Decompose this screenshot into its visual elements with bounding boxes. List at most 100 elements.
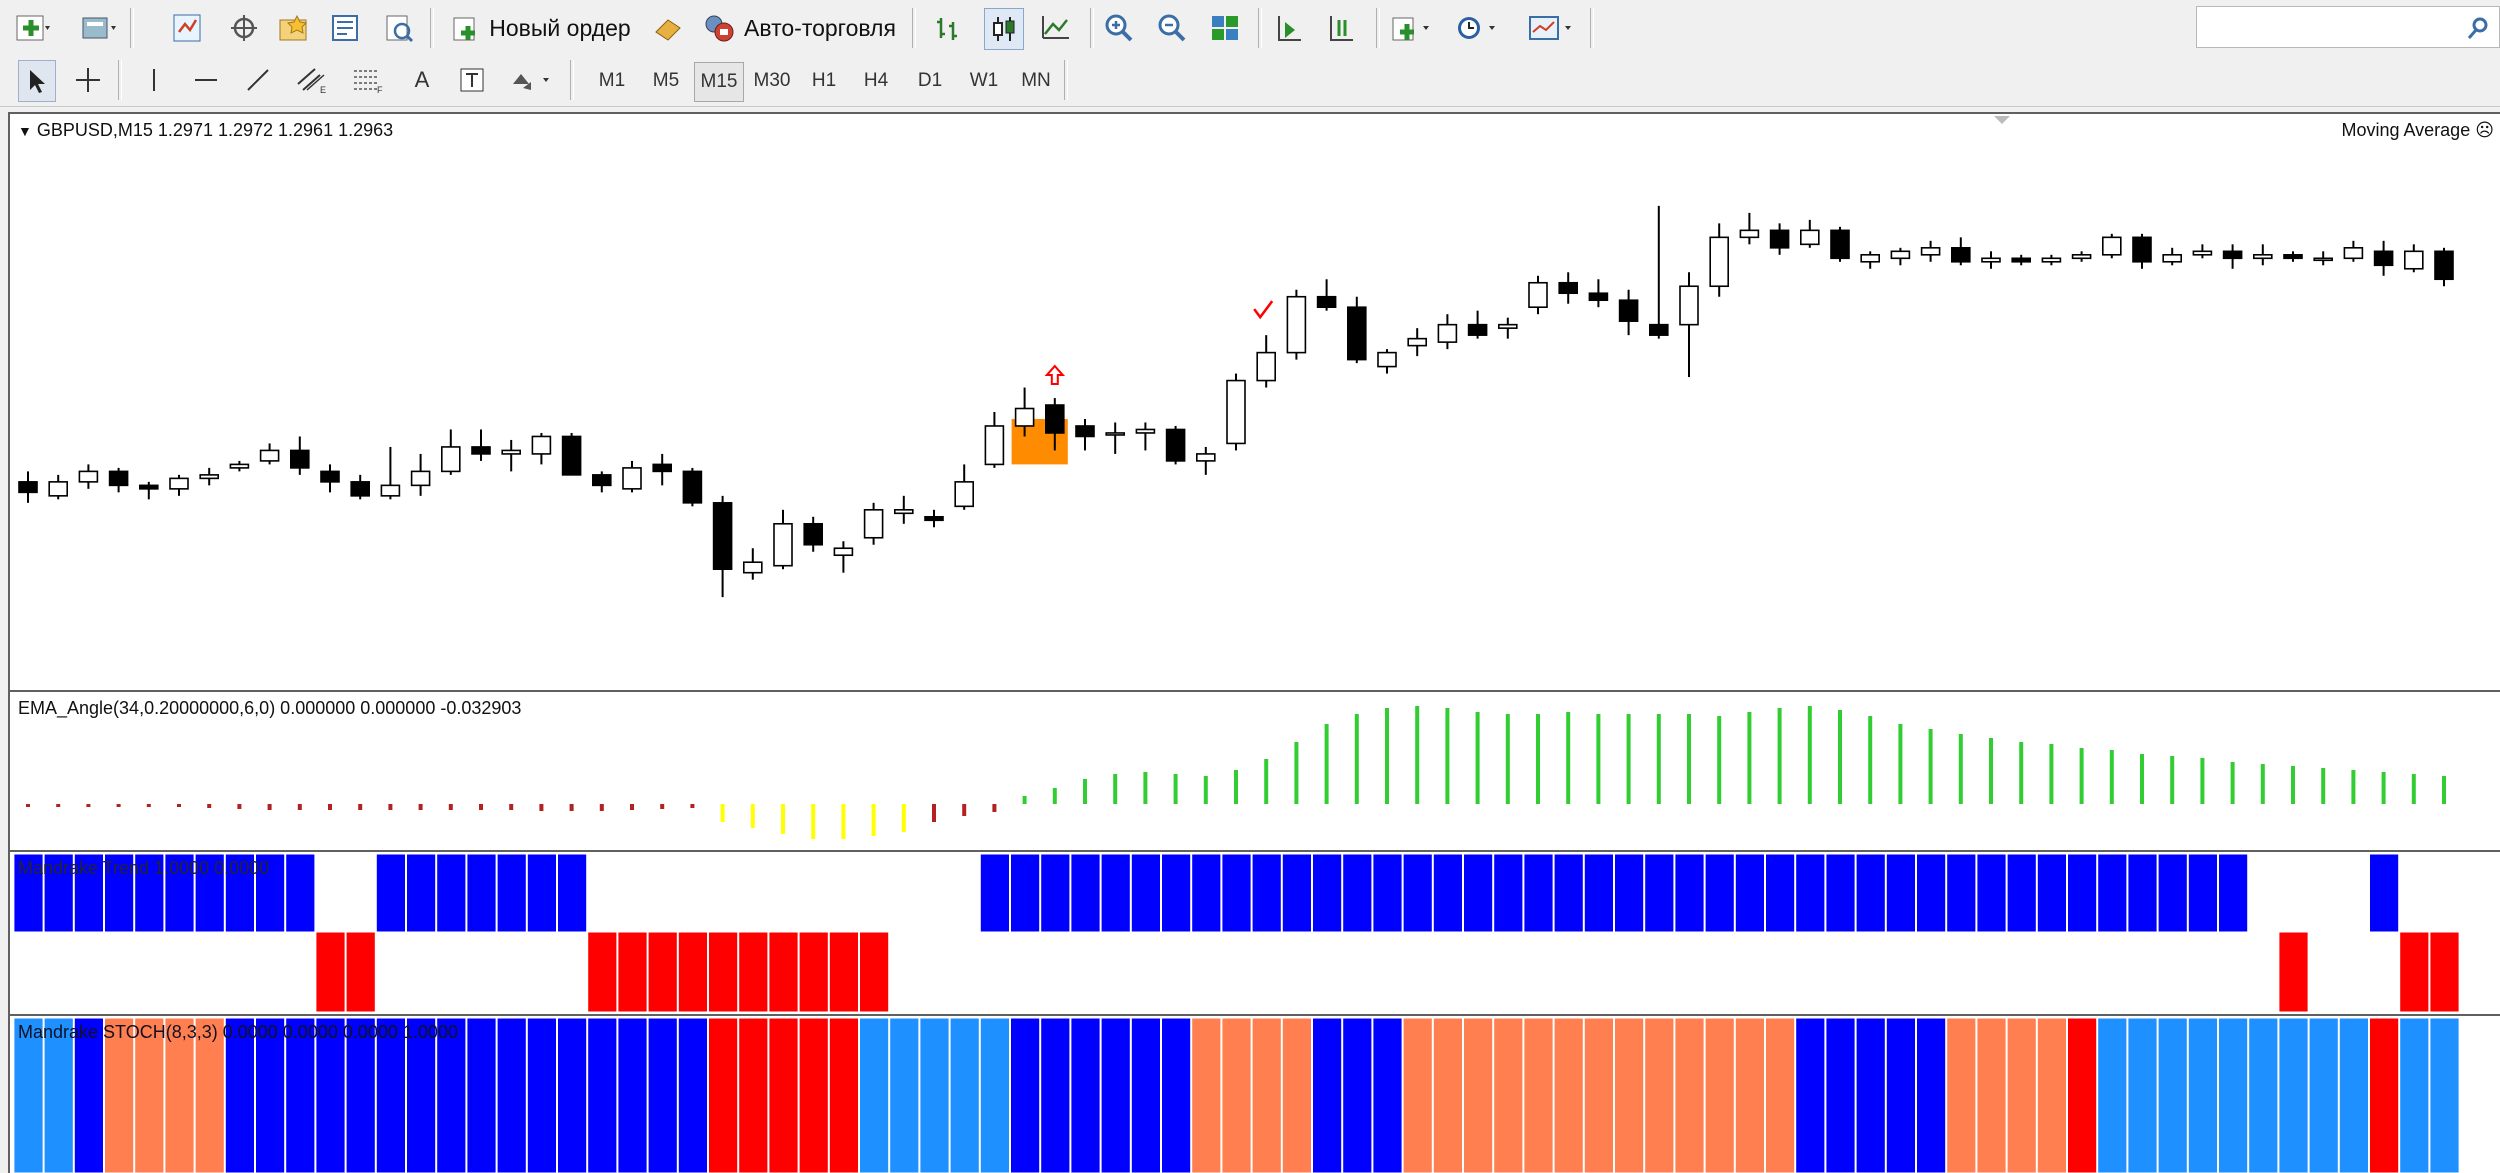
timeframe-w1[interactable]: W1 (960, 62, 1008, 100)
vertical-line-icon[interactable] (136, 60, 172, 100)
bear-candle-body (1951, 247, 1971, 263)
candle (289, 436, 310, 475)
bull-candle-body (78, 470, 99, 483)
templates-icon[interactable] (1524, 8, 1580, 48)
bull-candle-body (1920, 247, 1941, 256)
zoom-in-icon[interactable] (1100, 8, 1138, 48)
bear-candle-body (1588, 292, 1609, 302)
stoch-bar (859, 1017, 890, 1173)
timeframe-m5[interactable]: M5 (642, 62, 690, 100)
candle (561, 432, 582, 476)
terminal-icon[interactable] (326, 8, 364, 48)
stoch-bar (1221, 1017, 1252, 1173)
candle (1256, 335, 1276, 388)
timeframe-d1[interactable]: D1 (906, 62, 954, 100)
mandrake-stoch-window[interactable]: Mandrake STOCH(8,3,3) 0.0000 0.0000 0.00… (8, 1014, 2500, 1173)
bull-candle-body (410, 470, 431, 487)
candle (1618, 289, 1639, 336)
trend-down-bar (2429, 931, 2460, 1013)
fibonacci-icon[interactable]: F (348, 60, 388, 100)
trend-up-bar (1523, 853, 1554, 933)
mandrake-stoch-label: Mandrake STOCH(8,3,3) 0.0000 0.0000 0.00… (18, 1022, 458, 1042)
trend-up-bar (2006, 853, 2037, 933)
candle (169, 474, 189, 496)
market-icon[interactable] (648, 8, 688, 48)
bear-candle-body (1467, 323, 1488, 336)
text-label-icon[interactable] (454, 60, 490, 100)
bear-candle-body (1618, 299, 1639, 322)
bull-candle-body (2162, 254, 2182, 263)
bull-candle-body (1528, 281, 1548, 309)
favorites-icon[interactable] (275, 8, 313, 48)
tile-windows-icon[interactable] (1206, 8, 1244, 48)
stoch-bar (1644, 1017, 1675, 1173)
equidistant-channel-icon[interactable]: E (292, 60, 332, 100)
price-chart-window[interactable]: ▼ GBPUSD,M15 1.2971 1.2972 1.2961 1.2963… (8, 112, 2500, 690)
stoch-bar (768, 1017, 799, 1173)
timeframe-h1[interactable]: H1 (800, 62, 848, 100)
stoch-bar (1100, 1017, 1131, 1173)
search-icon[interactable] (2460, 8, 2496, 48)
ema-angle-window[interactable]: EMA_Angle(34,0.20000000,6,0) 0.000000 0.… (8, 690, 2500, 850)
text-tool-button[interactable]: A (404, 60, 440, 100)
line-chart-icon[interactable] (1036, 8, 1074, 48)
candle (2373, 240, 2394, 276)
candle (2102, 233, 2122, 259)
autotrading-button[interactable]: Авто-торговля (698, 8, 900, 48)
candle (2162, 247, 2182, 266)
chart-shift-icon[interactable] (1322, 8, 1360, 48)
arrows-dropdown-icon[interactable] (506, 60, 558, 100)
candle (2192, 244, 2213, 259)
stoch-bar (828, 1017, 859, 1173)
navigator-crosshair-icon[interactable] (225, 8, 263, 48)
stoch-bar (1674, 1017, 1705, 1173)
timeframe-m1[interactable]: M1 (588, 62, 636, 100)
trendline-icon[interactable] (240, 60, 276, 100)
candlestick-chart-icon[interactable] (984, 8, 1024, 50)
crosshair-icon[interactable] (70, 60, 106, 100)
horizontal-line-icon[interactable] (188, 60, 224, 100)
trend-up-bar (1191, 853, 1222, 933)
new-chart-icon[interactable] (10, 8, 56, 48)
bull-candle-body (863, 509, 884, 539)
expert-advisor-label: Moving Average (2341, 120, 2471, 140)
periods-clock-icon[interactable] (1452, 8, 1504, 48)
autoscroll-icon[interactable] (1270, 8, 1308, 48)
indicators-icon[interactable] (1386, 8, 1438, 48)
stoch-bar (1161, 1017, 1192, 1173)
cursor-arrow-icon[interactable] (18, 60, 56, 102)
candle (1165, 425, 1186, 465)
mandrake-trend-window[interactable]: Mandrake Trend 1.0000 0.0000 (8, 850, 2500, 1014)
drawing-toolbar: E F A M1 M5 M15 M30 H1 H4 D1 W1 MN (0, 56, 2500, 107)
trend-up-bar (1251, 853, 1282, 933)
candle (652, 453, 673, 486)
stoch-bar (1765, 1017, 1796, 1173)
timeframe-m15[interactable]: M15 (694, 62, 744, 102)
market-watch-icon[interactable] (168, 8, 206, 48)
stoch-bar (2248, 1017, 2279, 1173)
timeframe-m30[interactable]: M30 (748, 62, 796, 100)
timeframe-h4[interactable]: H4 (852, 62, 900, 100)
bear-candle-body (2373, 250, 2394, 267)
bar-chart-icon[interactable] (930, 8, 968, 48)
search-box[interactable] (2196, 6, 2500, 48)
candle (1105, 422, 1125, 454)
stoch-bar (708, 1017, 739, 1173)
stoch-bar (496, 1017, 527, 1173)
zoom-out-icon[interactable] (1153, 8, 1191, 48)
trend-up-bar (1463, 853, 1494, 933)
stoch-bar (1493, 1017, 1524, 1173)
stoch-bar (949, 1017, 980, 1173)
bull-candle-body (1709, 236, 1729, 288)
new-order-button[interactable]: Новый ордер (446, 8, 636, 48)
bear-candle-body (924, 515, 944, 522)
timeframe-mn[interactable]: MN (1012, 62, 1060, 100)
bear-candle-body (2132, 236, 2152, 263)
profiles-icon[interactable] (76, 8, 122, 48)
bear-candle-body (1649, 323, 1669, 336)
candle (1890, 247, 1911, 266)
candle (1739, 212, 1760, 245)
bull-candle-body (833, 547, 854, 557)
strategy-tester-icon[interactable] (380, 8, 418, 48)
trend-up-bar (1100, 853, 1131, 933)
